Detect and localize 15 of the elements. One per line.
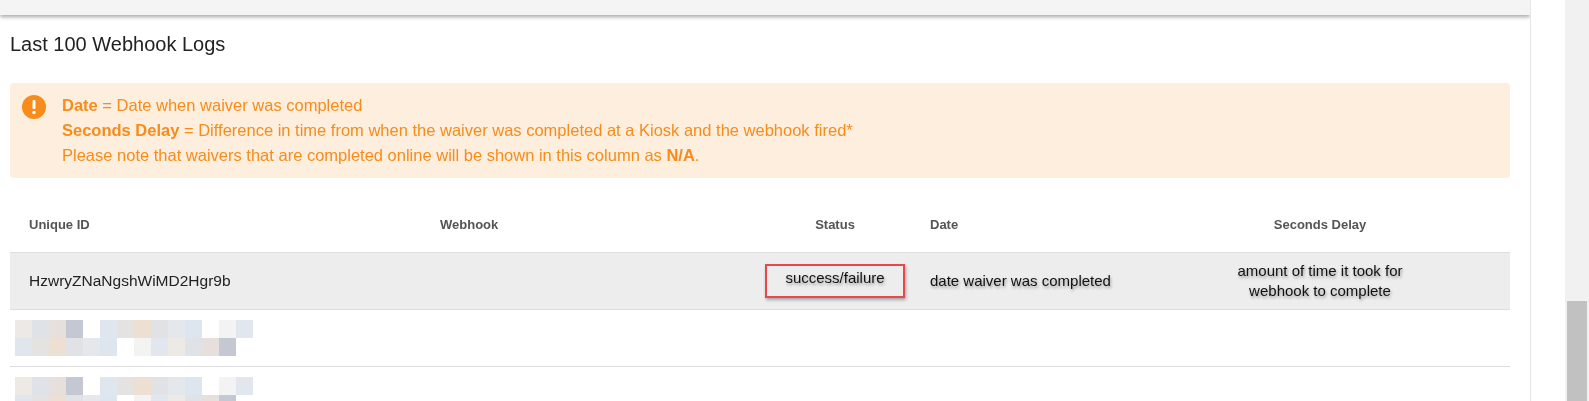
- exclamation-icon: [22, 95, 46, 119]
- scrollbar[interactable]: [1565, 0, 1589, 401]
- column-header: Unique ID: [28, 216, 90, 235]
- annotation-text: date waiver was completed: [930, 270, 1112, 291]
- highlighted-annotation: success/failure: [765, 263, 905, 299]
- column-header: Webhook: [440, 216, 499, 235]
- table-cell-text: HzwryZNaNgshWiMD2Hgr9b: [28, 271, 232, 292]
- column-header: Seconds Delay: [1273, 216, 1367, 235]
- column-header: Status: [815, 216, 855, 235]
- annotation-text: amount of time it took for webhook to complete: [1236, 260, 1404, 301]
- alert-line: Seconds Delay = Difference in time from when the waiver was completed at a Kiosk and the webhook fired*: [62, 120, 853, 141]
- alert-line: Date = Date when waiver was completed: [62, 95, 364, 116]
- alert-line: Please note that waivers that are completed online will be shown in this column as N/A.: [62, 145, 701, 166]
- column-header: Date: [930, 216, 959, 235]
- page-title: Last 100 Webhook Logs: [10, 32, 227, 57]
